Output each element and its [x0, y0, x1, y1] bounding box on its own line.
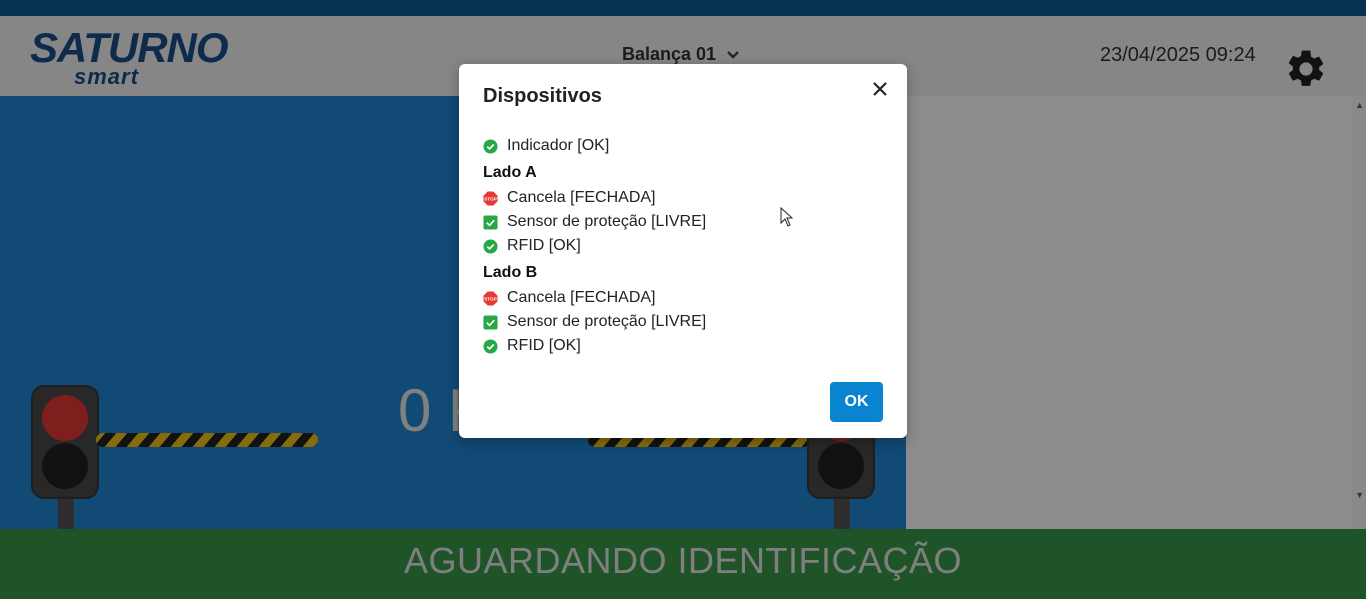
device-label: Sensor de proteção [LIVRE]: [507, 313, 707, 330]
ok-button[interactable]: OK: [830, 382, 883, 422]
check-circle-icon: [483, 338, 498, 354]
device-indicator: Indicador [OK]: [483, 136, 609, 156]
svg-text:STOP: STOP: [484, 196, 497, 201]
dialog-title: Dispositivos: [483, 85, 602, 107]
device-label: Sensor de proteção [LIVRE]: [507, 213, 707, 230]
device-sensor-b: Sensor de proteção [LIVRE]: [483, 312, 706, 332]
stop-sign-icon: STOP: [483, 190, 498, 206]
close-icon[interactable]: [869, 78, 891, 100]
stop-sign-icon: STOP: [483, 290, 498, 306]
side-a-label: Lado A: [483, 164, 537, 181]
check-square-icon: [483, 314, 498, 330]
check-circle-icon: [483, 138, 498, 154]
device-rfid-b: RFID [OK]: [483, 336, 581, 356]
mouse-cursor-icon: [780, 207, 794, 227]
device-gate-b: STOP Cancela [FECHADA]: [483, 288, 656, 308]
check-circle-icon: [483, 238, 498, 254]
device-rfid-a: RFID [OK]: [483, 236, 581, 256]
device-label: Cancela [FECHADA]: [507, 289, 656, 306]
device-gate-a: STOP Cancela [FECHADA]: [483, 188, 656, 208]
device-label: RFID [OK]: [507, 237, 581, 254]
devices-dialog: Dispositivos Indicador [OK] Lado A STOP …: [459, 64, 907, 438]
check-square-icon: [483, 214, 498, 230]
device-label: Cancela [FECHADA]: [507, 189, 656, 206]
device-sensor-a: Sensor de proteção [LIVRE]: [483, 212, 706, 232]
side-b-label: Lado B: [483, 264, 538, 281]
device-label: Indicador [OK]: [507, 137, 610, 154]
device-label: RFID [OK]: [507, 337, 581, 354]
svg-text:STOP: STOP: [484, 296, 497, 301]
